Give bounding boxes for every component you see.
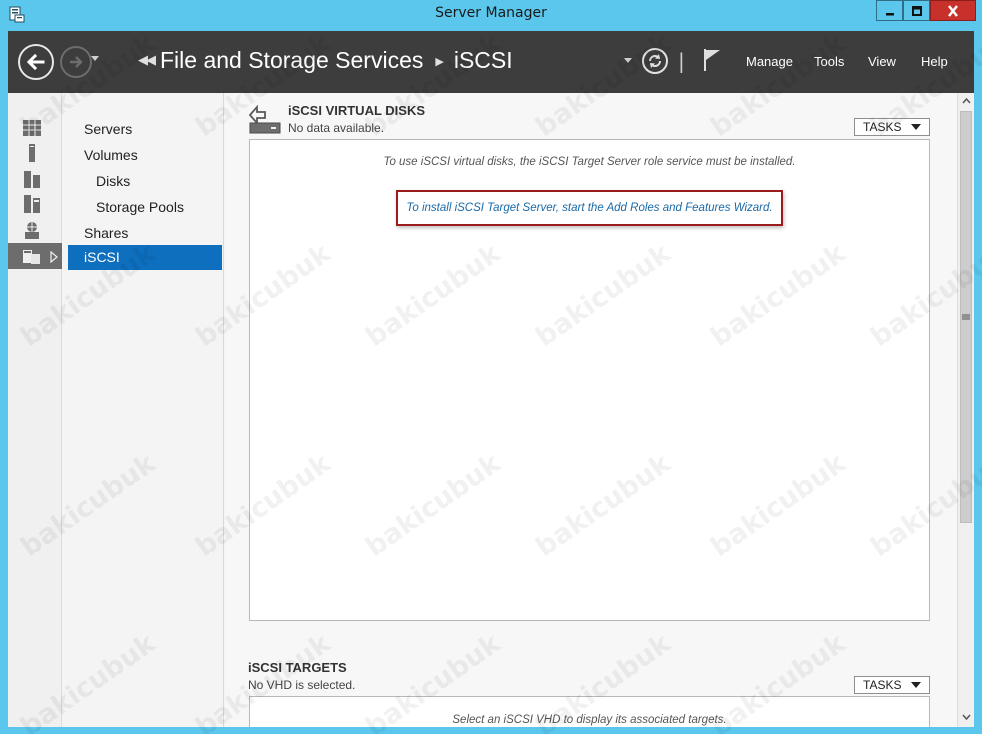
- dashboard-icon[interactable]: [22, 118, 42, 138]
- help-menu[interactable]: Help: [921, 54, 948, 69]
- scroll-down-button[interactable]: [958, 709, 974, 725]
- file-storage-services-icon[interactable]: [22, 246, 42, 266]
- add-roles-wizard-link[interactable]: To install iSCSI Target Server, start th…: [406, 202, 772, 214]
- virtual-disk-icon: [248, 104, 281, 134]
- refresh-button[interactable]: [642, 48, 668, 74]
- breadcrumb-separator-icon: ▶: [435, 56, 444, 68]
- header-divider: |: [678, 49, 685, 73]
- wizard-highlight-box: To install iSCSI Target Server, start th…: [396, 190, 783, 226]
- virtual-disks-panel: To use iSCSI virtual disks, the iSCSI Ta…: [249, 139, 930, 621]
- content-area: Servers Volumes Disks Storage Pools Shar…: [8, 93, 974, 727]
- sidebar-item-storage-pools[interactable]: Storage Pools: [96, 199, 184, 215]
- sidebar-item-shares[interactable]: Shares: [84, 225, 128, 241]
- breadcrumb-back-arrows-icon[interactable]: ◀◀: [138, 53, 156, 68]
- iis-icon[interactable]: [22, 220, 42, 240]
- close-button[interactable]: [930, 0, 976, 21]
- targets-message: Select an iSCSI VHD to display its assoc…: [452, 714, 727, 726]
- virtual-disks-tasks-button[interactable]: TASKS: [854, 118, 930, 136]
- sidebar-nav: Servers Volumes Disks Storage Pools Shar…: [62, 93, 224, 727]
- vertical-scrollbar[interactable]: [957, 93, 974, 727]
- arrow-right-icon: [70, 56, 83, 68]
- close-icon: [948, 4, 958, 17]
- back-button[interactable]: [18, 44, 54, 80]
- header-bar: ◀◀ File and Storage Services ▶ iSCSI | Man…: [8, 31, 974, 93]
- targets-panel: Select an iSCSI VHD to display its assoc…: [249, 696, 930, 727]
- arrow-left-icon: [26, 53, 45, 71]
- sidebar-item-volumes[interactable]: Volumes: [84, 147, 138, 163]
- notifications-flag-icon[interactable]: [702, 47, 722, 73]
- scroll-down-icon: [961, 714, 971, 720]
- chevron-down-icon: [911, 124, 921, 130]
- file-services-icon[interactable]: [22, 194, 42, 214]
- main-panel: iSCSI VIRTUAL DISKS No data available. T…: [225, 93, 957, 727]
- refresh-icon: [649, 54, 661, 68]
- minimize-icon: [885, 12, 894, 15]
- sidebar-item-disks[interactable]: Disks: [96, 173, 130, 189]
- forward-button[interactable]: [60, 46, 92, 78]
- targets-title: iSCSI TARGETS: [248, 660, 347, 675]
- local-server-icon[interactable]: [22, 143, 42, 163]
- server-manager-window: Server Manager ◀◀ File and Storage Servi…: [0, 0, 982, 734]
- targets-status: No VHD is selected.: [248, 678, 356, 692]
- breadcrumb: File and Storage Services ▶ iSCSI: [160, 47, 513, 74]
- virtual-disks-status: No data available.: [288, 121, 385, 135]
- minimize-button[interactable]: [876, 0, 903, 21]
- expand-arrow-icon[interactable]: [50, 251, 58, 263]
- sidebar-item-iscsi[interactable]: iSCSI: [68, 245, 222, 270]
- tools-menu[interactable]: Tools: [814, 54, 844, 69]
- sidebar-item-servers[interactable]: Servers: [84, 121, 132, 137]
- title-bar: Server Manager: [0, 0, 982, 30]
- maximize-icon: [911, 5, 922, 16]
- targets-tasks-label: TASKS: [863, 678, 902, 692]
- all-servers-icon[interactable]: [22, 169, 42, 189]
- targets-tasks-button[interactable]: TASKS: [854, 676, 930, 694]
- scroll-up-icon: [961, 98, 971, 104]
- scroll-up-button[interactable]: [958, 93, 974, 109]
- virtual-disks-title: iSCSI VIRTUAL DISKS: [288, 103, 426, 118]
- maximize-button[interactable]: [903, 0, 930, 21]
- history-dropdown-icon[interactable]: [90, 55, 100, 63]
- manage-menu[interactable]: Manage: [746, 54, 793, 69]
- breadcrumb-dropdown-icon[interactable]: [623, 57, 633, 65]
- chevron-down-icon: [911, 682, 921, 688]
- role-icon-column: [8, 93, 62, 727]
- scrollbar-thumb[interactable]: [960, 111, 972, 523]
- sidebar-item-iscsi-label: iSCSI: [84, 249, 120, 265]
- virtual-disks-message: To use iSCSI virtual disks, the iSCSI Ta…: [383, 156, 796, 168]
- window-title: Server Manager: [435, 5, 547, 21]
- breadcrumb-root[interactable]: File and Storage Services: [160, 47, 423, 73]
- breadcrumb-current: iSCSI: [453, 47, 513, 73]
- view-menu[interactable]: View: [868, 54, 896, 69]
- grip-icon: [962, 314, 970, 320]
- virtual-disks-tasks-label: TASKS: [863, 120, 902, 134]
